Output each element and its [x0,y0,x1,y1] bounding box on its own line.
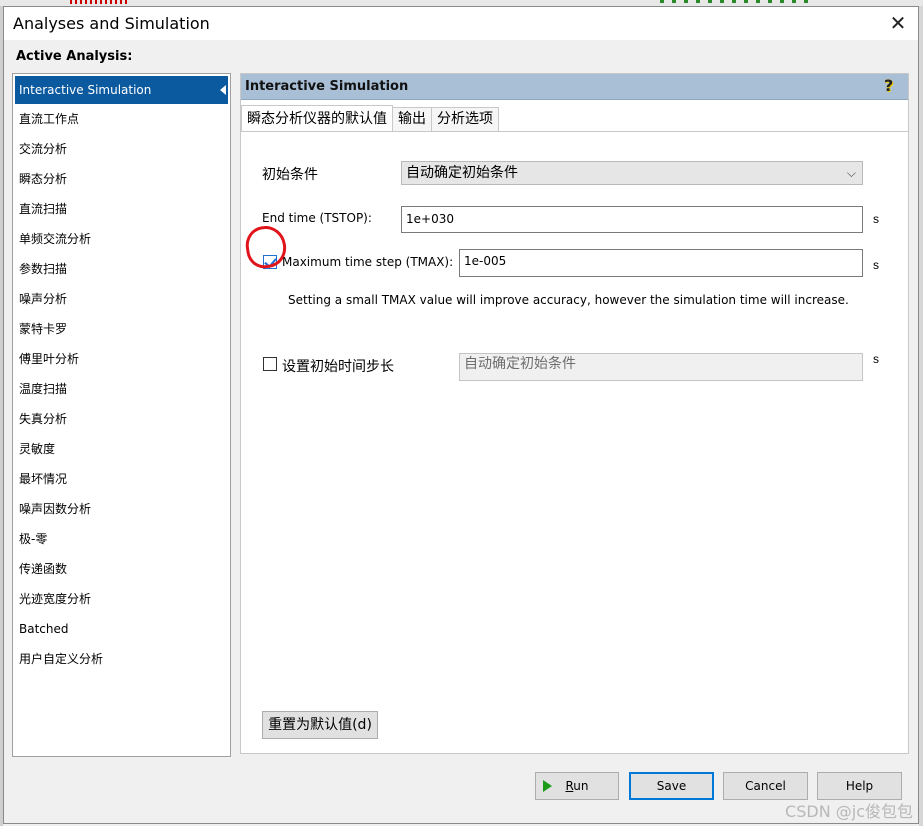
title-bar: Analyses and Simulation ✕ [4,7,918,40]
sidebar-item[interactable]: 直流工作点 [13,104,230,134]
end-time-label: End time (TSTOP): [262,211,372,225]
sidebar-item[interactable]: 交流分析 [13,134,230,164]
analysis-list[interactable]: Interactive Simulation 直流工作点 交流分析 瞬态分析 直流扫描单… [12,73,231,757]
watermark: CSDN @jc俊包包 [785,802,913,821]
sidebar-item[interactable]: 极-零 [13,524,230,554]
reset-defaults-button[interactable]: 重置为默认值(d) [262,711,378,739]
initial-conditions-select[interactable]: 自动确定初始条件 ⌵ [401,161,863,185]
sidebar-item[interactable]: Batched [13,614,230,644]
sidebar-item[interactable]: 光迹宽度分析 [13,584,230,614]
analysis-panel: Interactive Simulation ? 瞬态分析仪器的默认值 输出 分… [240,73,909,754]
panel-title: Interactive Simulation [245,79,409,94]
max-time-step-unit: s [873,258,879,272]
sidebar-item[interactable]: 失真分析 [13,404,230,434]
close-icon[interactable]: ✕ [886,10,910,36]
max-time-step-checkbox[interactable] [263,255,277,269]
window-title: Analyses and Simulation [13,14,210,33]
play-icon [543,780,552,792]
sidebar-item[interactable]: 噪声因数分析 [13,494,230,524]
initial-step-input: 自动确定初始条件 [459,353,863,381]
cancel-button[interactable]: Cancel [723,772,808,800]
sidebar-item[interactable]: 用户自定义分析 [13,644,230,674]
help-button[interactable]: Help [817,772,902,800]
tmax-hint-text: Setting a small TMAX value will improve … [288,293,849,307]
sidebar-item[interactable]: 蒙特卡罗 [13,314,230,344]
save-button[interactable]: Save [629,772,714,800]
end-time-unit: s [873,212,879,226]
initial-step-label: 设置初始时间步长 [282,359,394,375]
sidebar-item[interactable]: 傅里叶分析 [13,344,230,374]
sidebar-item[interactable]: 单频交流分析 [13,224,230,254]
sidebar-item[interactable]: 温度扫描 [13,374,230,404]
background-window-edge [919,6,923,826]
run-button[interactable]: Run [535,772,619,800]
panel-header: Interactive Simulation ? [241,74,908,100]
sidebar-item[interactable]: Interactive Simulation [15,76,228,104]
tab-divider [241,131,908,132]
max-time-step-label: Maximum time step (TMAX): [282,255,454,269]
tab-strip: 瞬态分析仪器的默认值 输出 分析选项 [241,105,499,131]
tab-analysis-options[interactable]: 分析选项 [431,107,499,131]
analyses-simulation-dialog: Analyses and Simulation ✕ Active Analysi… [3,6,919,824]
background-toolbar-bits [70,0,130,4]
background-toolbar-bits [660,0,810,3]
help-icon[interactable]: ? [884,76,898,96]
sidebar-item[interactable]: 灵敏度 [13,434,230,464]
active-analysis-label: Active Analysis: [16,49,133,64]
chevron-down-icon: ⌵ [846,166,856,180]
sidebar-item[interactable]: 直流扫描 [13,194,230,224]
initial-conditions-value: 自动确定初始条件 [406,165,518,181]
sidebar-item[interactable]: 瞬态分析 [13,164,230,194]
sidebar-item[interactable]: 参数扫描 [13,254,230,284]
sidebar-item[interactable]: 噪声分析 [13,284,230,314]
end-time-input[interactable]: 1e+030 [401,206,863,233]
tab-output[interactable]: 输出 [392,107,432,131]
sidebar-item[interactable]: 传递函数 [13,554,230,584]
initial-conditions-label: 初始条件 [262,167,318,183]
initial-step-unit: s [873,352,879,366]
max-time-step-input[interactable]: 1e-005 [459,249,863,277]
sidebar-item[interactable]: 最坏情况 [13,464,230,494]
initial-step-checkbox[interactable] [263,357,277,371]
tab-transient-defaults[interactable]: 瞬态分析仪器的默认值 [241,105,393,131]
run-label: un [573,779,589,793]
